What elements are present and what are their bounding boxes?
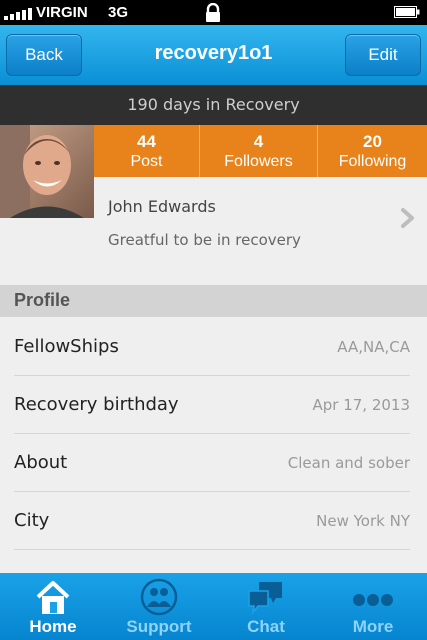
navigation-bar: Back recovery1o1 Edit [0, 25, 427, 85]
tab-label: Support [126, 617, 192, 636]
tab-chat[interactable]: Chat [213, 573, 319, 640]
recovery-birthday-row[interactable]: Recovery birthday Apr 17, 2013 [0, 376, 427, 434]
posts-label: Post [130, 153, 163, 170]
signal-strength-icon [4, 6, 34, 20]
home-icon [36, 581, 70, 614]
page-title: recovery1o1 [154, 42, 273, 64]
row-value: Apr 17, 2013 [312, 396, 410, 414]
edit-button[interactable]: Edit [345, 34, 421, 76]
status-bar: VIRGIN 3G [0, 0, 427, 25]
back-button[interactable]: Back [6, 34, 82, 76]
chevron-right-icon [401, 208, 414, 228]
tab-bar: Home Support Chat More [0, 573, 427, 640]
city-row[interactable]: City New York NY [0, 492, 427, 550]
carrier-name: VIRGIN [36, 4, 88, 21]
row-value: AA,NA,CA [337, 338, 410, 356]
user-name: John Edwards [108, 197, 216, 216]
network-type: 3G [108, 4, 129, 21]
tab-label: Chat [247, 617, 285, 636]
row-label: City [14, 510, 50, 531]
user-info-row[interactable]: John Edwards Greatful to be in recovery [94, 177, 427, 285]
row-label: Recovery birthday [14, 394, 179, 415]
section-title: Profile [14, 290, 71, 310]
following-label: Following [338, 153, 407, 170]
fellowships-row[interactable]: FellowShips AA,NA,CA [0, 318, 427, 376]
posts-count: 44 [137, 132, 156, 151]
followers-stat[interactable]: 4 Followers [200, 125, 317, 177]
row-label: About [14, 452, 68, 473]
people-icon [140, 578, 178, 616]
about-row[interactable]: About Clean and sober [0, 434, 427, 492]
battery-icon [394, 6, 420, 18]
list-item[interactable] [0, 550, 427, 573]
posts-stat[interactable]: 44 Post [94, 125, 199, 177]
stats-bar: 44 Post 4 Followers 20 Following [94, 125, 427, 177]
user-tagline: Greatful to be in recovery [108, 231, 301, 249]
tab-home[interactable]: Home [0, 573, 106, 640]
profile-section-header: Profile [0, 285, 427, 317]
following-stat[interactable]: 20 Following [318, 125, 427, 177]
row-value: Clean and sober [287, 454, 410, 472]
tab-label: More [352, 617, 394, 636]
row-label: FellowShips [14, 336, 119, 357]
avatar[interactable] [0, 125, 94, 218]
row-value: New York NY [316, 512, 410, 530]
lock-icon [206, 3, 220, 22]
recovery-days-banner: 190 days in Recovery [0, 85, 427, 125]
tab-label: Home [29, 617, 77, 636]
profile-photo [0, 125, 94, 218]
following-count: 20 [363, 132, 382, 151]
tab-more[interactable]: More [320, 573, 426, 640]
more-icon [353, 594, 393, 606]
tab-support[interactable]: Support [106, 573, 212, 640]
chat-icon [248, 582, 282, 615]
followers-count: 4 [253, 132, 264, 151]
followers-label: Followers [224, 153, 293, 170]
